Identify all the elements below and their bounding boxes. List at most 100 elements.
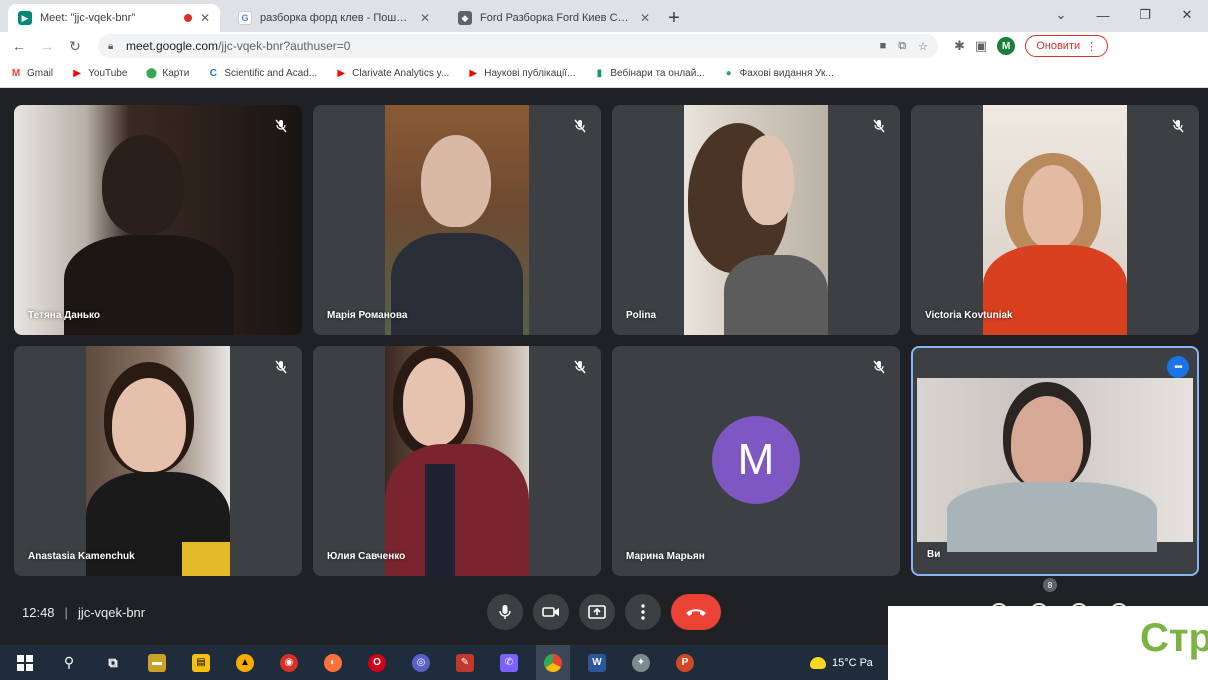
mic-off-icon [272, 358, 290, 376]
close-tab-icon[interactable]: ✕ [640, 11, 650, 25]
close-tab-icon[interactable]: ✕ [200, 11, 210, 25]
browser-toolbar: ← → ↻ 🔒︎ meet.google.com/jjc-vqek-bnr?au… [0, 32, 1208, 60]
bookmark-clarivate[interactable]: ▶ Clarivate Analytics y... [335, 68, 449, 80]
powerpoint-icon: P [676, 653, 694, 672]
new-tab-button[interactable]: + [660, 4, 688, 32]
participant-video [385, 105, 529, 335]
taskbar-app[interactable]: ▲ [228, 645, 262, 680]
mic-off-icon [571, 117, 589, 135]
close-window-icon[interactable]: ✕ [1166, 7, 1208, 23]
bookmark-scientific[interactable]: C Scientific and Acad... [207, 68, 317, 80]
side-panel-icon[interactable]: ▣ [975, 38, 987, 54]
participant-name: Юлия Савченко [327, 551, 406, 562]
bookmark-maps[interactable]: ⬤ Карти [145, 68, 190, 80]
camera-icon [542, 607, 559, 617]
firefox-icon: ◐ [324, 653, 342, 672]
participant-tile[interactable]: Anastasia Kamenchuk [14, 346, 302, 576]
restore-icon[interactable]: ❐ [1124, 7, 1166, 23]
taskbar-app-chrome[interactable] [536, 645, 570, 680]
chrome-icon [544, 653, 562, 672]
bookmark-youtube[interactable]: ▶ YouTube [71, 68, 127, 80]
participant-video [385, 346, 529, 576]
search-button[interactable]: ⚲ [52, 645, 86, 680]
taskbar-app[interactable]: P [668, 645, 702, 680]
taskbar-app[interactable]: ▬ [140, 645, 174, 680]
present-screen-button[interactable] [579, 594, 615, 630]
taskbar-app[interactable]: ▤ [184, 645, 218, 680]
bookmark-gmail[interactable]: M Gmail [10, 68, 53, 80]
update-label: Оновити [1036, 40, 1081, 52]
bookmark-journals[interactable]: ● Фахові видання Ук... [723, 68, 834, 80]
overlay-slide: Стр [888, 606, 1208, 680]
back-icon[interactable]: ← [8, 35, 30, 57]
camera-in-use-icon[interactable]: ■ [880, 40, 887, 53]
bookmark-star-icon[interactable]: ☆ [918, 40, 928, 53]
taskbar-app[interactable]: ◐ [316, 645, 350, 680]
taskbar-app[interactable]: ◉ [272, 645, 306, 680]
participant-tile[interactable]: Victoria Kovtuniak [911, 105, 1199, 335]
bookmark-webinars[interactable]: ▮ Вебінари та онлай... [593, 68, 705, 80]
self-tile[interactable]: ••• Ви [911, 346, 1199, 576]
camera-button[interactable] [533, 594, 569, 630]
taskbar-app[interactable]: O [360, 645, 394, 680]
taskbar-app[interactable]: ✦ [624, 645, 658, 680]
taskbar-app[interactable]: ◎ [404, 645, 438, 680]
participant-tile[interactable]: Юлия Савченко [313, 346, 601, 576]
participant-tile[interactable]: Марія Романова [313, 105, 601, 335]
taskbar-app[interactable]: ✆ [492, 645, 526, 680]
gmail-icon: M [11, 68, 21, 79]
tab-meet[interactable]: ▶ Meet: "jjc-vqek-bnr" ✕ [8, 4, 220, 32]
task-view-button[interactable]: ⧉ [96, 645, 130, 680]
clarivate-icon: C [209, 68, 217, 79]
start-button[interactable] [8, 645, 42, 680]
participant-name: Марина Марьян [626, 551, 705, 562]
tab-title: Ford Разборка Ford Киев Софі... [480, 12, 632, 24]
more-options-button[interactable] [625, 594, 661, 630]
tab-ford[interactable]: ◆ Ford Разборка Ford Киев Софі... ✕ [448, 4, 660, 32]
self-video [917, 378, 1193, 552]
meeting-code: jjc-vqek-bnr [77, 604, 146, 620]
journals-icon: ● [725, 68, 732, 79]
reload-icon[interactable]: ↻ [64, 35, 86, 57]
site-favicon-icon: ◆ [458, 11, 472, 25]
update-button[interactable]: Оновити ⋮ [1025, 35, 1109, 57]
opera-icon: O [368, 653, 386, 672]
close-tab-icon[interactable]: ✕ [420, 11, 430, 25]
tab-search-icon[interactable]: ⌄ [1040, 7, 1082, 23]
participant-count-badge: 8 [1043, 578, 1057, 592]
leave-call-button[interactable] [671, 594, 721, 630]
extensions-icon[interactable]: ✱ [954, 38, 965, 54]
window-controls: ⌄ — ❐ ✕ [1040, 0, 1208, 30]
profile-avatar[interactable]: M [997, 37, 1016, 55]
pdf-icon: ✎ [456, 653, 474, 672]
windows-logo-icon [17, 654, 33, 671]
app-icon: ✦ [632, 653, 650, 672]
speaking-indicator-icon: ••• [1167, 356, 1189, 378]
overlay-text: Стр [1140, 616, 1208, 660]
taskbar-app[interactable]: ✎ [448, 645, 482, 680]
participant-tile[interactable]: Polina [612, 105, 900, 335]
mic-off-icon [1169, 117, 1187, 135]
tab-google-search[interactable]: G разборка форд клев - Пошук Google ✕ [228, 4, 440, 32]
address-bar[interactable]: 🔒︎ meet.google.com/jjc-vqek-bnr?authuser… [98, 34, 938, 58]
weather-widget[interactable]: 15°C Ра [810, 645, 873, 680]
mic-off-icon [870, 358, 888, 376]
app-icon: ◎ [412, 653, 430, 672]
participant-tile[interactable]: M Марина Марьян [612, 346, 900, 576]
microphone-button[interactable] [487, 594, 523, 630]
share-icon[interactable]: ⧉ [898, 40, 906, 53]
search-icon: ⚲ [63, 654, 75, 670]
participant-video [684, 105, 828, 335]
lock-icon: 🔒︎ [108, 40, 114, 52]
participant-name: Марія Романова [327, 310, 408, 321]
forward-icon[interactable]: → [36, 35, 58, 57]
bookmarks-bar: M Gmail ▶ YouTube ⬤ Карти C Scientific and A… [0, 60, 1208, 88]
bookmark-publications[interactable]: ▶ Наукові публікації... [467, 68, 575, 80]
url-host: meet.google.com [126, 39, 219, 53]
participant-tile[interactable]: Тетяна Данько [14, 105, 302, 335]
tab-title: Meet: "jjc-vqek-bnr" [40, 12, 136, 24]
minimize-icon[interactable]: — [1082, 8, 1124, 23]
file-explorer-icon: ▬ [148, 653, 166, 672]
viber-icon: ✆ [500, 653, 518, 672]
taskbar-app[interactable]: W [580, 645, 614, 680]
